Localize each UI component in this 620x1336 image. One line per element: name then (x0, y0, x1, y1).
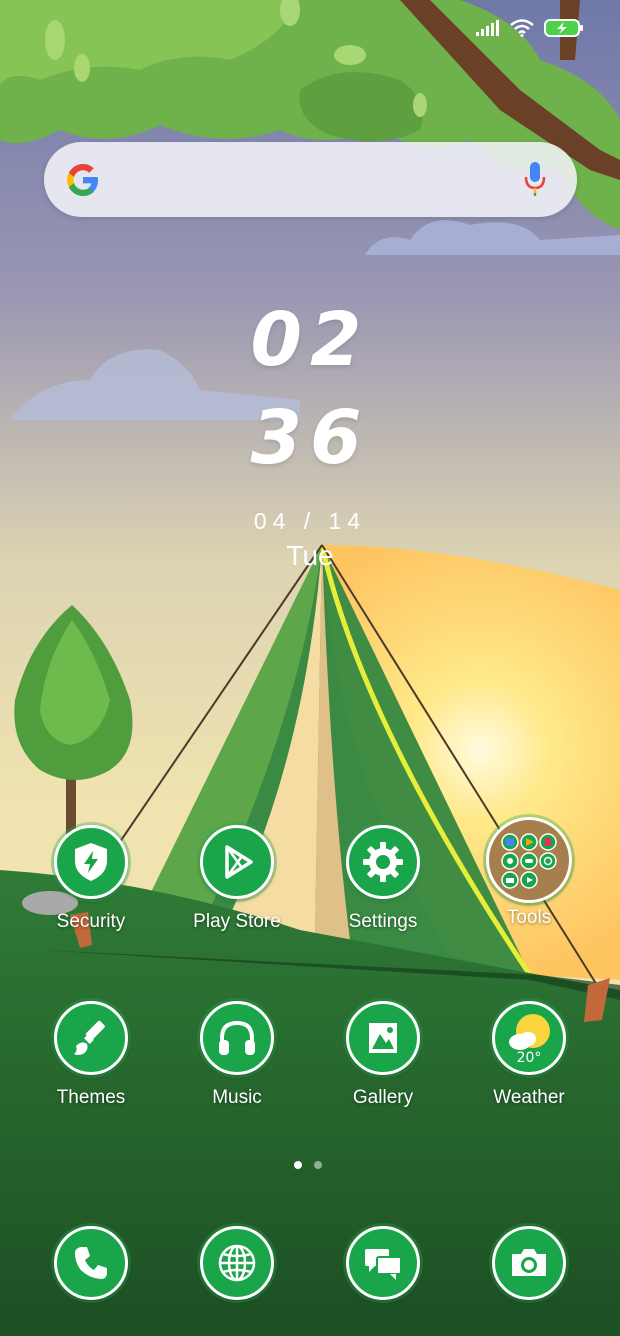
app-label: Music (212, 1087, 262, 1108)
page-dot-active[interactable] (294, 1161, 302, 1169)
app-music[interactable]: Music (167, 1001, 307, 1109)
weather-temperature: 20° (516, 1050, 542, 1066)
image-icon (369, 1023, 397, 1053)
gear-icon (363, 842, 403, 882)
app-label: Tools (506, 907, 552, 928)
page-dot[interactable] (314, 1161, 322, 1169)
dock-browser[interactable] (167, 1226, 307, 1300)
play-icon (225, 845, 253, 879)
app-label: Security (56, 911, 126, 932)
app-security[interactable]: Security (21, 825, 161, 933)
google-search-bar[interactable] (44, 142, 577, 217)
app-label: Themes (56, 1087, 126, 1108)
page-indicator[interactable] (294, 1161, 322, 1169)
app-label: Play Store (193, 911, 281, 932)
folder-icon (486, 817, 572, 903)
clock-date: 04 / 14 (253, 508, 367, 534)
folder-preview-icons (501, 833, 557, 889)
signal-icon (476, 20, 499, 36)
dock-phone[interactable] (21, 1226, 161, 1300)
google-logo-icon (67, 164, 98, 196)
app-play-store[interactable]: Play Store (167, 825, 307, 933)
wifi-icon (510, 19, 534, 37)
app-label: Gallery (352, 1087, 414, 1108)
brush-icon (74, 1020, 105, 1055)
app-label: Weather (493, 1087, 565, 1108)
phone-icon (75, 1247, 107, 1279)
dock-messages[interactable] (313, 1226, 453, 1300)
app-themes[interactable]: Themes (21, 1001, 161, 1109)
app-settings[interactable]: Settings (313, 825, 453, 933)
chat-icon (365, 1249, 402, 1280)
clock-hours[interactable]: 02 (0, 300, 620, 380)
clock-minutes[interactable]: 36 (0, 398, 620, 478)
camera-icon (512, 1249, 546, 1276)
app-gallery[interactable]: Gallery (313, 1001, 453, 1109)
clock-day: Tue (286, 540, 334, 571)
shield-bolt-icon (75, 843, 107, 881)
folder-tools[interactable]: Tools (459, 817, 599, 929)
app-weather[interactable]: 20° Weather (459, 1001, 599, 1109)
globe-icon (218, 1244, 256, 1282)
status-bar (476, 14, 584, 42)
microphone-icon[interactable] (523, 160, 547, 198)
dock-camera[interactable] (459, 1226, 599, 1300)
app-label: Settings (348, 911, 418, 932)
battery-charging-icon (544, 19, 583, 37)
headphones-icon (219, 1020, 255, 1055)
